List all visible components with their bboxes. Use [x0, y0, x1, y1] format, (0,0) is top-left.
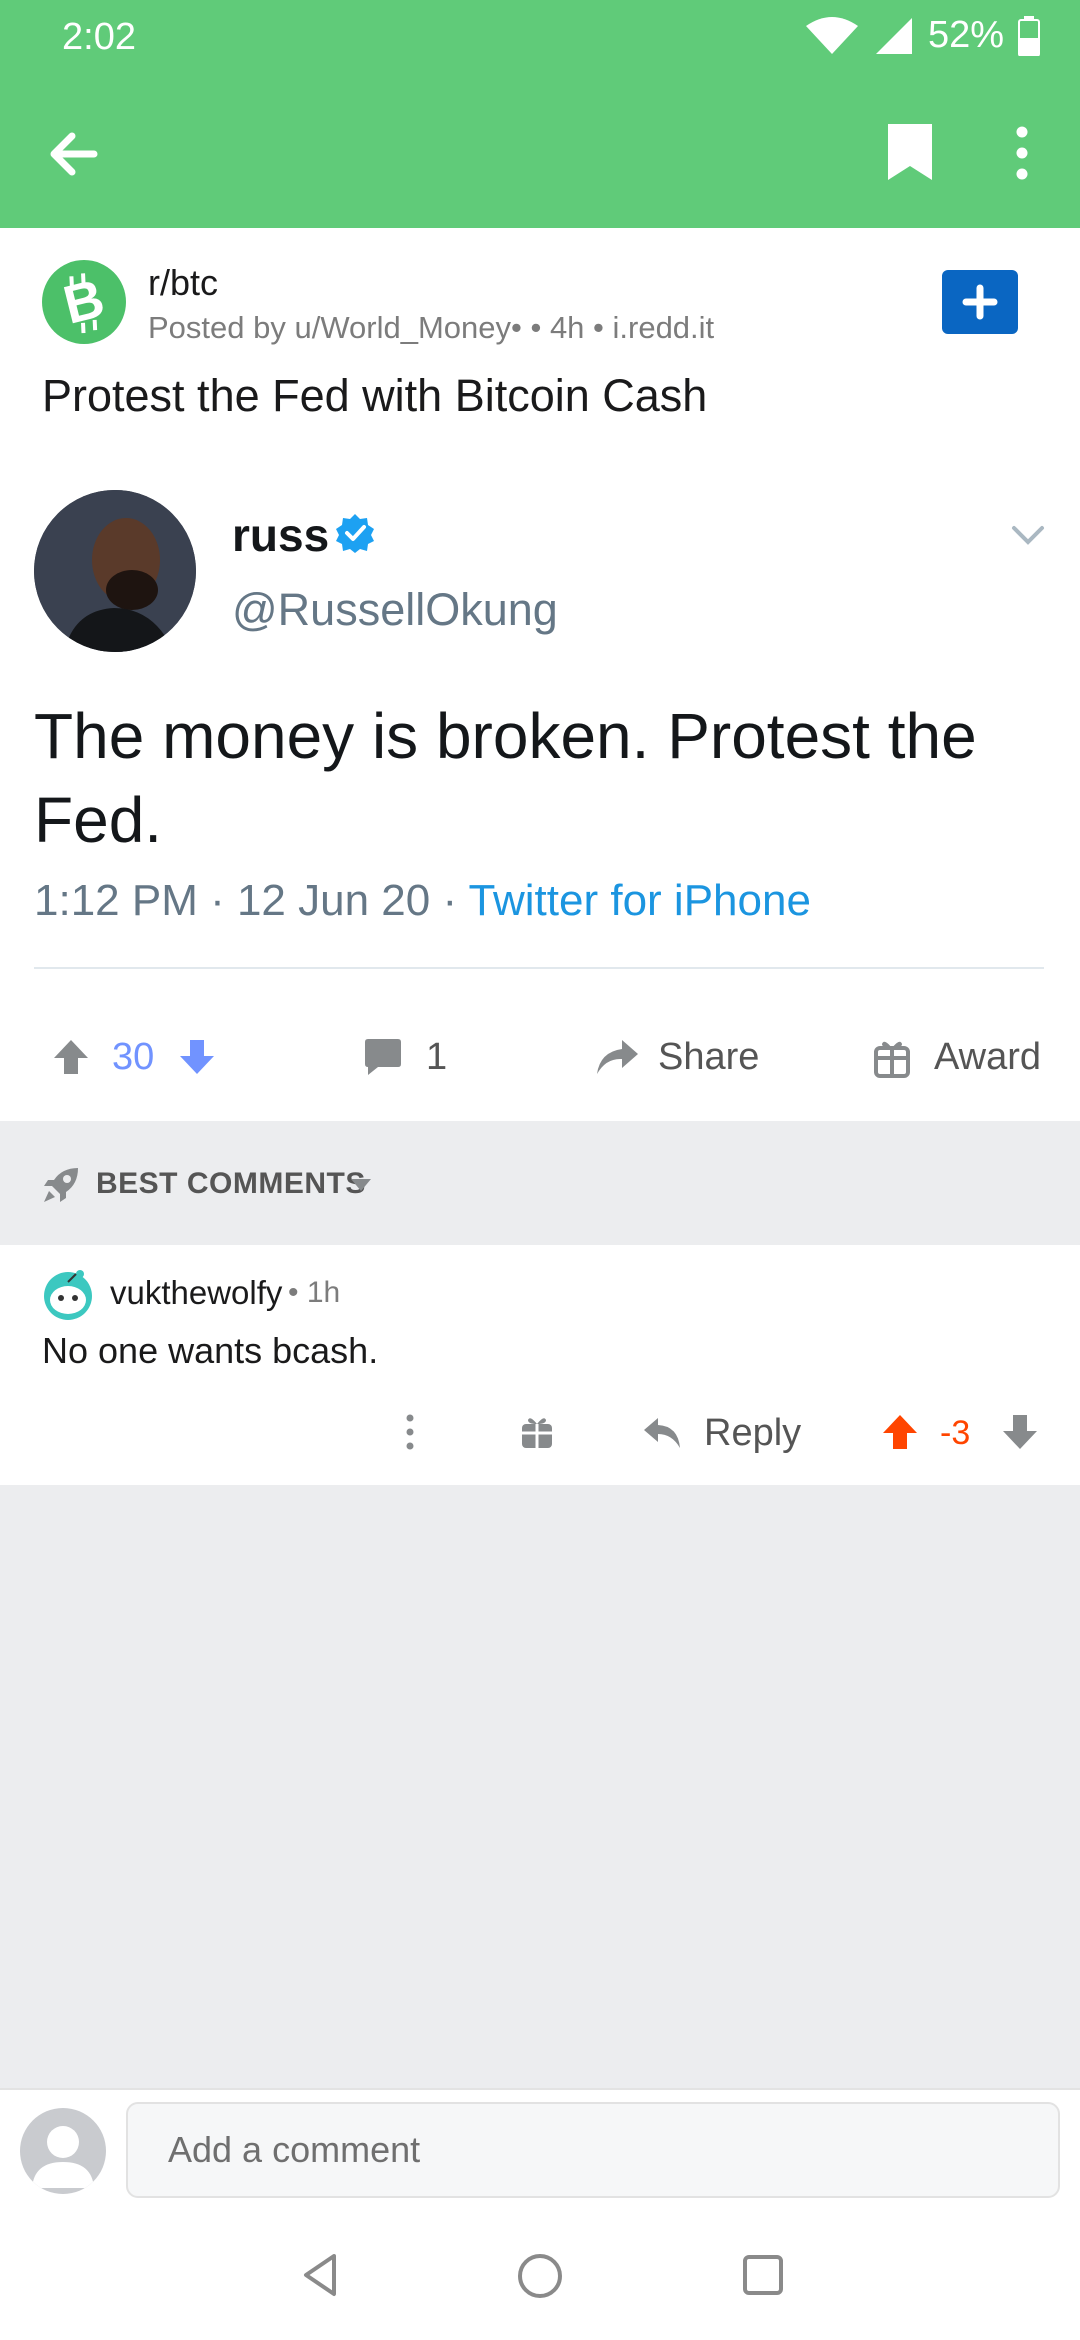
upvote-icon[interactable] — [50, 1036, 92, 1078]
bookmark-icon — [888, 124, 932, 180]
back-button[interactable] — [40, 120, 108, 188]
downvote-icon[interactable] — [176, 1036, 218, 1078]
bookmark-button[interactable] — [880, 122, 940, 184]
reply-icon[interactable] — [642, 1414, 682, 1450]
bitcoin-cash-icon: B — [58, 268, 110, 336]
post-title[interactable]: Protest the Fed with Bitcoin Cash — [42, 370, 707, 422]
tweet-handle: @RussellOkung — [232, 584, 558, 635]
chevron-down-icon — [1012, 526, 1044, 545]
more-options-button[interactable] — [1000, 122, 1044, 184]
nav-back-icon[interactable] — [296, 2250, 346, 2300]
upvote-icon[interactable] — [880, 1412, 920, 1452]
tweet-divider — [34, 967, 1044, 969]
user-avatar[interactable] — [20, 2108, 106, 2194]
verified-badge-icon — [336, 514, 374, 553]
status-time: 2:02 — [62, 16, 136, 58]
tweet-avatar — [34, 490, 196, 652]
post-card — [0, 228, 1080, 1121]
rocket-icon — [44, 1168, 78, 1202]
more-vert-icon — [1016, 126, 1028, 180]
downvote-icon[interactable] — [1000, 1412, 1040, 1452]
vote-count: 30 — [112, 1036, 155, 1078]
subreddit-name[interactable]: r/btc — [148, 262, 218, 304]
arrow-left-icon — [50, 132, 98, 176]
tweet-meta: 1:12 PM · 12 Jun 20 · Twitter for iPhone — [34, 876, 811, 926]
tweet-time: 1:12 PM · 12 Jun 20 · — [34, 876, 469, 925]
plus-icon — [962, 284, 998, 320]
more-vert-icon[interactable] — [400, 1410, 420, 1454]
gift-icon[interactable] — [874, 1036, 910, 1078]
gift-icon[interactable] — [520, 1414, 554, 1450]
post-meta: Posted by u/World_Money• • 4h • i.redd.i… — [148, 310, 715, 345]
nav-recents-icon[interactable] — [740, 2252, 786, 2298]
comment-avatar[interactable] — [40, 1266, 96, 1322]
battery-icon — [1018, 15, 1040, 56]
add-comment-input[interactable] — [126, 2102, 1060, 2198]
tweet-author-name: russ — [232, 509, 330, 561]
status-icons: 52% — [804, 14, 1040, 57]
comment-count[interactable]: 1 — [426, 1036, 447, 1079]
subreddit-icon[interactable]: B — [42, 260, 126, 344]
award-button[interactable]: Award — [934, 1036, 1041, 1079]
wifi-icon — [805, 16, 858, 54]
comment-score: -3 — [940, 1414, 971, 1452]
share-button[interactable]: Share — [658, 1036, 759, 1079]
tweet-text: The money is broken. Protest the Fed. — [34, 700, 977, 856]
comment-icon[interactable] — [362, 1036, 404, 1078]
comment-text: No one wants bcash. — [42, 1330, 379, 1371]
signal-icon — [875, 17, 912, 54]
comment-username[interactable]: vukthewolfy — [110, 1274, 282, 1312]
battery-percent: 52% — [927, 14, 1004, 56]
comment-time: • 1h — [288, 1276, 341, 1309]
join-subreddit-button[interactable] — [942, 270, 1018, 334]
caret-down-icon[interactable] — [350, 1178, 372, 1192]
reply-button[interactable]: Reply — [704, 1412, 801, 1455]
share-icon[interactable] — [594, 1036, 640, 1078]
nav-home-icon[interactable] — [514, 2250, 566, 2302]
tweet-source: Twitter for iPhone — [468, 876, 811, 925]
sort-label[interactable]: BEST COMMENTS — [96, 1167, 366, 1201]
